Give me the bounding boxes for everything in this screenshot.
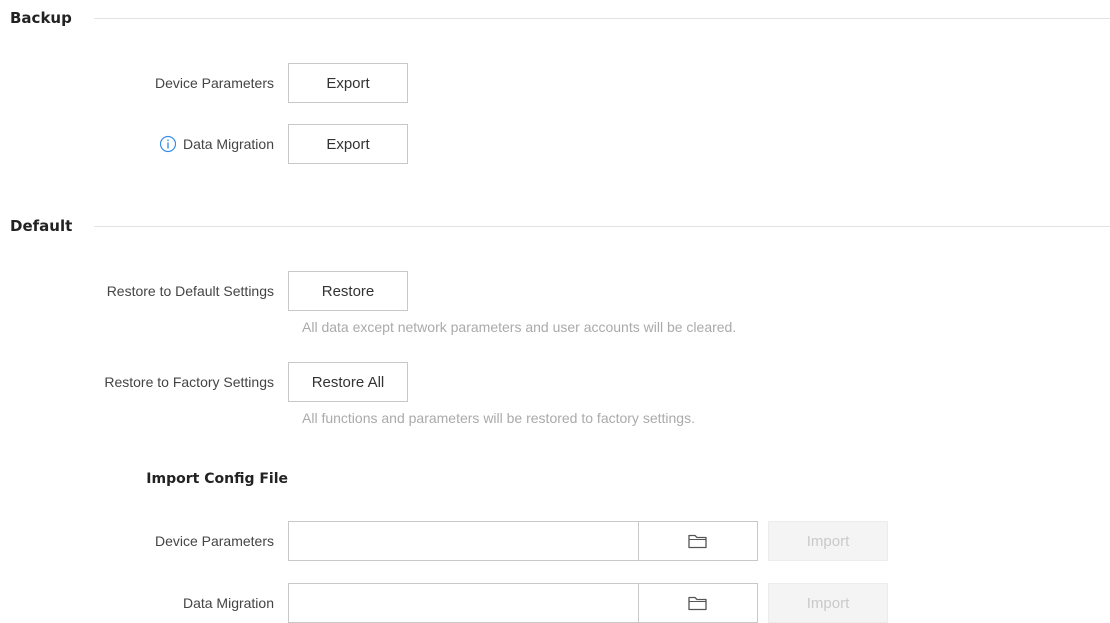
backup-section-header: Backup	[10, 9, 1110, 27]
backup-device-parameters-label-text: Device Parameters	[154, 75, 274, 91]
import-data-migration-label: Data Migration	[0, 595, 288, 611]
import-device-parameters-label-text: Device Parameters	[154, 533, 274, 549]
data-migration-browse-button[interactable]	[638, 583, 758, 623]
import-data-migration-button[interactable]: Import	[768, 583, 888, 623]
folder-icon	[688, 534, 707, 549]
import-device-parameters-button[interactable]: Import	[768, 521, 888, 561]
backup-data-migration-label-text: Data Migration	[182, 136, 274, 152]
import-config-file-heading: Import Config File	[146, 471, 288, 487]
data-migration-file-picker	[288, 583, 758, 623]
restore-default-hint: All data except network parameters and u…	[302, 319, 737, 335]
restore-default-row: Restore to Default Settings Restore	[0, 271, 408, 311]
restore-all-button[interactable]: Restore All	[288, 362, 408, 402]
restore-factory-label-text: Restore to Factory Settings	[104, 374, 274, 390]
info-icon[interactable]	[159, 135, 177, 153]
restore-default-label: Restore to Default Settings	[0, 283, 288, 299]
folder-icon	[688, 596, 707, 611]
import-device-parameters-row: Device Parameters Import	[0, 521, 888, 561]
backup-device-parameters-label: Device Parameters	[0, 75, 288, 91]
restore-factory-hint: All functions and parameters will be res…	[302, 410, 695, 426]
default-section-header: Default	[10, 217, 1110, 235]
restore-factory-row: Restore to Factory Settings Restore All	[0, 362, 408, 402]
default-section-title: Default	[10, 217, 73, 235]
import-data-migration-row: Data Migration Import	[0, 583, 888, 623]
export-device-parameters-button[interactable]: Export	[288, 63, 408, 103]
restore-button[interactable]: Restore	[288, 271, 408, 311]
backup-device-parameters-row: Device Parameters Export	[0, 63, 408, 103]
device-parameters-file-picker	[288, 521, 758, 561]
section-divider	[93, 17, 1110, 19]
device-parameters-browse-button[interactable]	[638, 521, 758, 561]
restore-default-label-text: Restore to Default Settings	[106, 283, 274, 299]
backup-data-migration-row: Data Migration Export	[0, 124, 408, 164]
data-migration-file-input[interactable]	[288, 583, 638, 623]
device-parameters-file-input[interactable]	[288, 521, 638, 561]
section-divider	[94, 225, 1110, 227]
import-device-parameters-label: Device Parameters	[0, 533, 288, 549]
import-data-migration-label-text: Data Migration	[182, 595, 274, 611]
backup-section-title: Backup	[10, 9, 72, 27]
restore-factory-label: Restore to Factory Settings	[0, 374, 288, 390]
export-data-migration-button[interactable]: Export	[288, 124, 408, 164]
backup-data-migration-label: Data Migration	[0, 135, 288, 153]
